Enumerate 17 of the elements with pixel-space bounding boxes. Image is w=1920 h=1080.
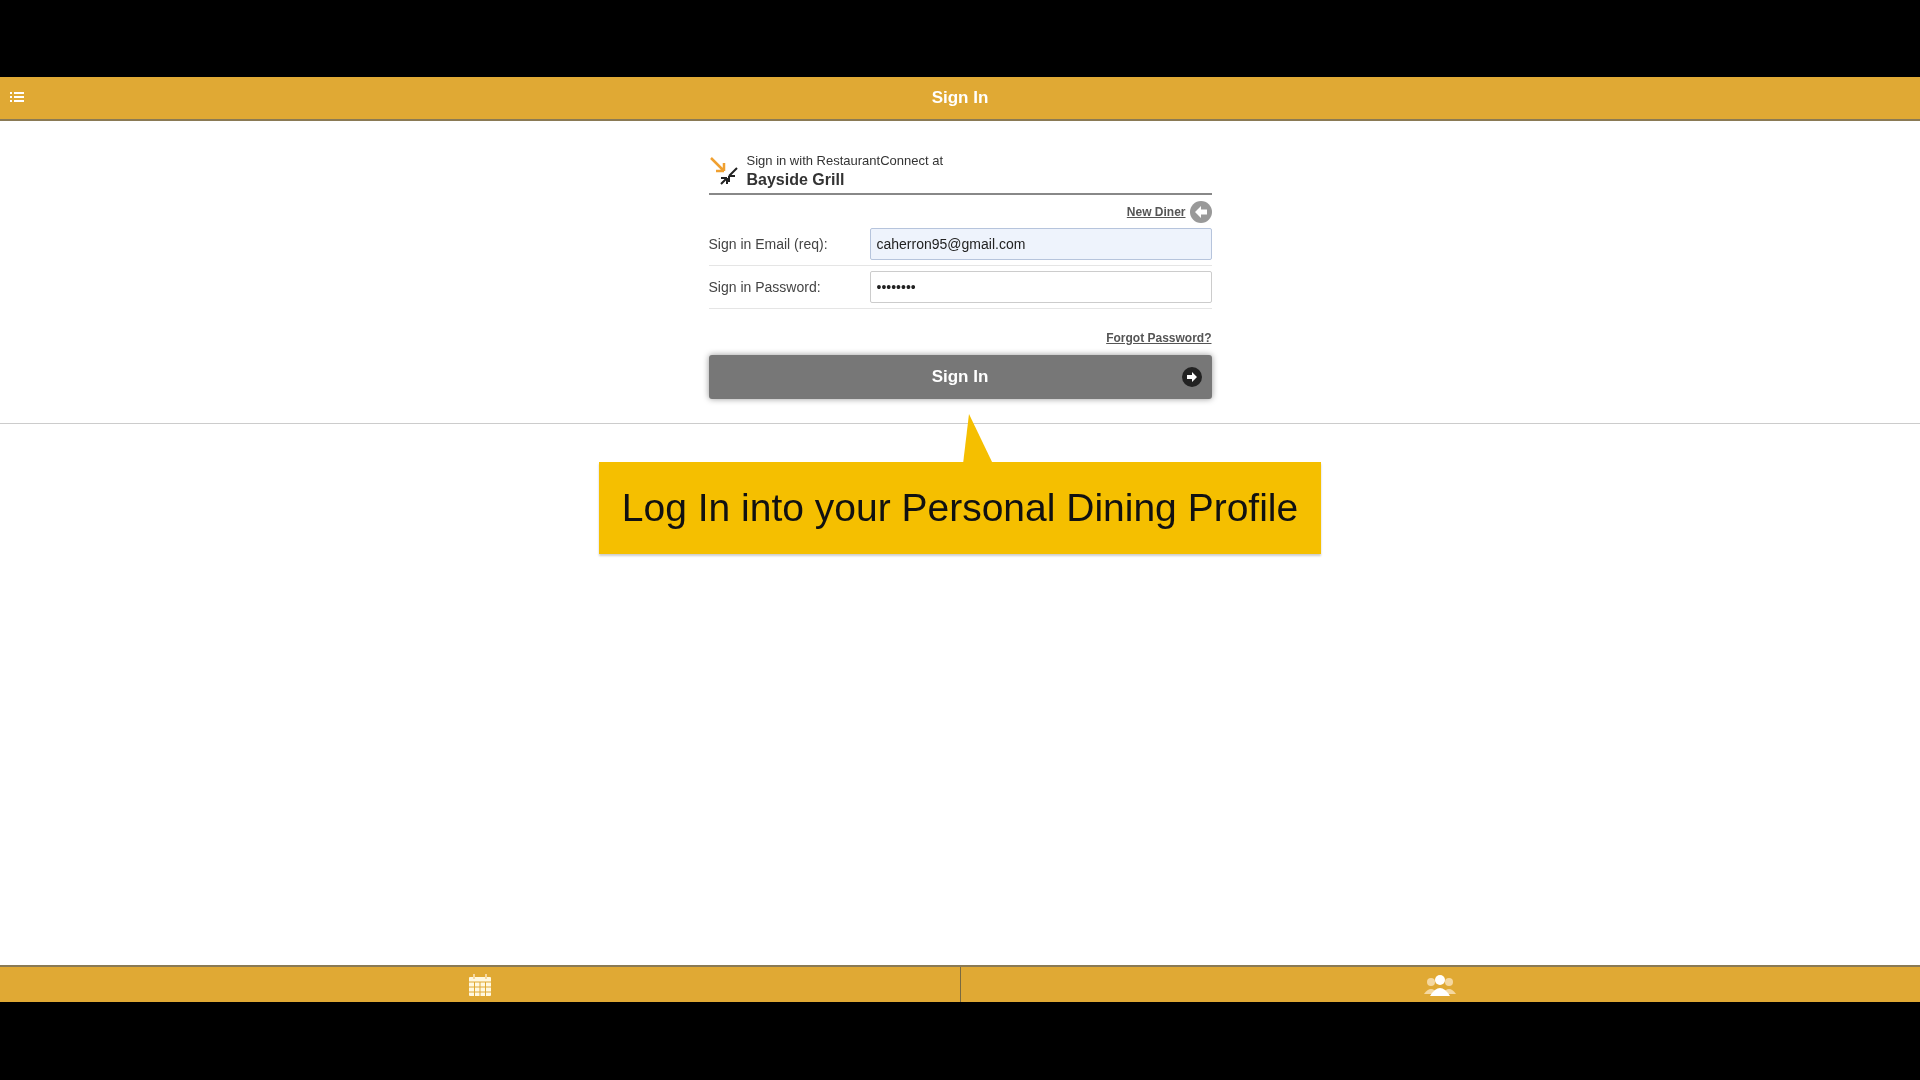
- password-field[interactable]: ••••••••: [869, 271, 1212, 303]
- calendar-icon: [467, 973, 492, 996]
- sign-in-button[interactable]: Sign In: [708, 355, 1212, 399]
- email-field[interactable]: caherron95@gmail.com: [869, 228, 1212, 260]
- logo-icon: [708, 156, 739, 186]
- new-diner-link[interactable]: New Diner: [1126, 205, 1186, 219]
- forgot-password-link[interactable]: Forgot Password?: [1106, 331, 1212, 345]
- brand-tagline: Sign in with RestaurantConnect at: [746, 153, 944, 168]
- field-label: Sign in Password:: [708, 279, 822, 295]
- restaurant-name: Bayside Grill: [746, 171, 846, 189]
- menu-icon: [10, 91, 26, 103]
- people-icon: [1424, 973, 1457, 996]
- callout-text: Log In into your Personal Dining Profile: [598, 462, 1322, 554]
- header-title: Sign In: [931, 88, 989, 107]
- callout-pointer: [962, 414, 993, 464]
- arrow-right-icon: [1181, 367, 1202, 387]
- field-label: Sign in Email (req):: [708, 236, 829, 252]
